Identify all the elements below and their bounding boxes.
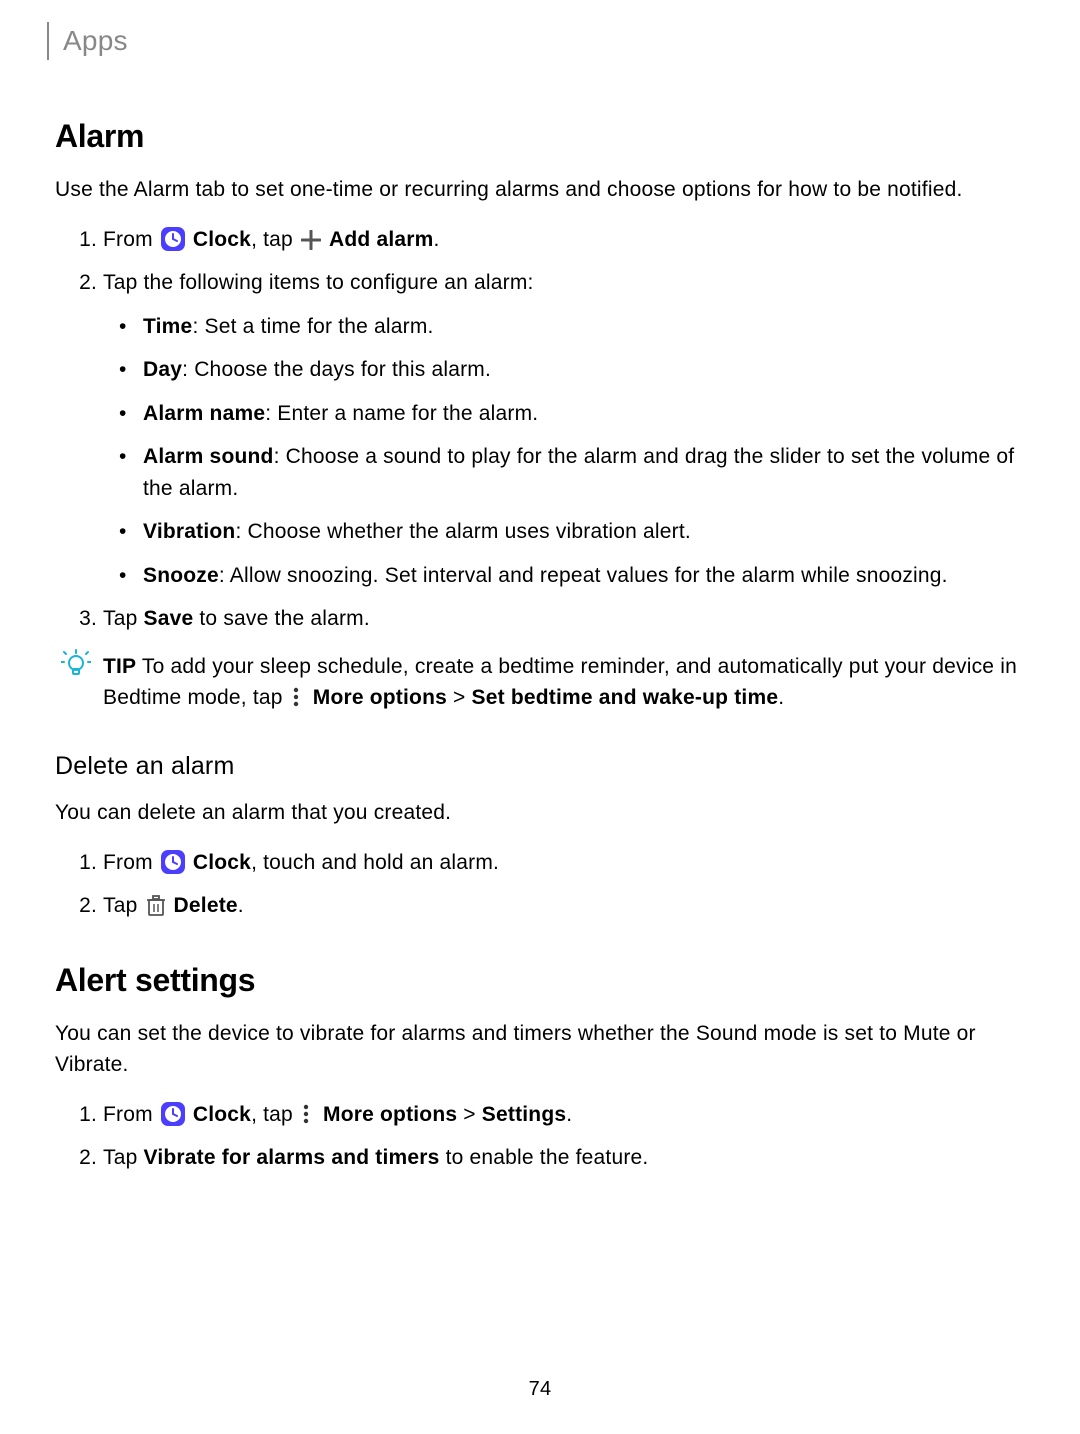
delete-intro: You can delete an alarm that you created… (55, 797, 1025, 829)
list-item: Tap Delete. (103, 890, 1025, 922)
lightbulb-icon (61, 649, 91, 679)
bullet-label: Snooze (143, 564, 219, 587)
section-title-alarm: Alarm (55, 112, 1025, 160)
more-options-label: More options (313, 686, 447, 709)
list-item: Tap Vibrate for alarms and timers to ena… (103, 1142, 1025, 1174)
page-header: Apps (47, 0, 1025, 112)
text-segment: From (103, 1103, 159, 1126)
text-segment: From (103, 851, 159, 874)
clock-label: Clock (193, 851, 251, 874)
clock-label: Clock (193, 228, 251, 251)
breadcrumb: Apps (63, 25, 128, 56)
section-title-alert: Alert settings (55, 956, 1025, 1004)
text-segment: . (434, 228, 440, 251)
clock-icon (161, 1102, 185, 1126)
text-segment: . (238, 894, 244, 917)
text-segment: to save the alarm. (193, 607, 370, 630)
alarm-intro: Use the Alarm tab to set one-time or rec… (55, 174, 1025, 206)
bullet-text: : Choose whether the alarm uses vibratio… (235, 520, 691, 543)
list-item: Alarm sound: Choose a sound to play for … (143, 441, 1025, 504)
list-item: Time: Set a time for the alarm. (143, 311, 1025, 343)
list-item: Tap the following items to configure an … (103, 267, 1025, 591)
clock-icon (161, 850, 185, 874)
tip-label: TIP (103, 655, 136, 678)
bullet-text: : Enter a name for the alarm. (265, 402, 538, 425)
list-item: Snooze: Allow snoozing. Set interval and… (143, 560, 1025, 592)
text-segment: Tap (103, 1146, 144, 1169)
list-item: Tap Save to save the alarm. (103, 603, 1025, 635)
text-segment: , tap (251, 228, 299, 251)
text-segment: Tap the following items to configure an … (103, 271, 534, 294)
bullet-label: Day (143, 358, 182, 381)
delete-label: Delete (174, 894, 238, 917)
text-segment: to enable the feature. (440, 1146, 649, 1169)
bullet-label: Alarm name (143, 402, 265, 425)
list-item: From Clock, touch and hold an alarm. (103, 847, 1025, 879)
settings-label: Settings (482, 1103, 566, 1126)
bullet-label: Alarm sound (143, 445, 274, 468)
more-options-icon (303, 1103, 313, 1125)
bullet-text: : Choose a sound to play for the alarm a… (143, 445, 1014, 500)
alarm-steps: From Clock, tap Add alarm. Tap the follo… (55, 224, 1025, 635)
text-segment: . (778, 686, 784, 709)
page-number: 74 (55, 1374, 1025, 1404)
text-segment: Tap (103, 607, 144, 630)
list-item: From Clock, tap More options > Settings. (103, 1099, 1025, 1131)
text-segment: From (103, 228, 159, 251)
vibrate-label: Vibrate for alarms and timers (144, 1146, 440, 1169)
text-segment: . (566, 1103, 572, 1126)
bullet-label: Vibration (143, 520, 235, 543)
bullet-text: : Set a time for the alarm. (192, 315, 433, 338)
more-options-label: More options (323, 1103, 457, 1126)
alert-intro: You can set the device to vibrate for al… (55, 1018, 1025, 1081)
plus-icon (301, 228, 321, 248)
header-rule (47, 22, 49, 60)
alert-steps: From Clock, tap More options > Settings.… (55, 1099, 1025, 1174)
text-segment: Tap (103, 894, 144, 917)
delete-steps: From Clock, touch and hold an alarm. Tap… (55, 847, 1025, 922)
list-item: From Clock, tap Add alarm. (103, 224, 1025, 256)
separator: > (447, 686, 472, 709)
bullet-label: Time (143, 315, 192, 338)
tip-icon-wrap (61, 649, 91, 681)
list-item: Alarm name: Enter a name for the alarm. (143, 398, 1025, 430)
bedtime-label: Set bedtime and wake-up time (472, 686, 779, 709)
separator: > (457, 1103, 482, 1126)
clock-icon (161, 227, 185, 251)
tip-block: TIP To add your sleep schedule, create a… (55, 651, 1025, 714)
list-item: Day: Choose the days for this alarm. (143, 354, 1025, 386)
list-item: Vibration: Choose whether the alarm uses… (143, 516, 1025, 548)
save-label: Save (144, 607, 194, 630)
more-options-icon (293, 686, 303, 708)
trash-icon (146, 895, 166, 917)
bullet-text: : Choose the days for this alarm. (182, 358, 491, 381)
subsection-title-delete: Delete an alarm (55, 748, 1025, 786)
text-segment: , tap (251, 1103, 299, 1126)
text-segment: , touch and hold an alarm. (251, 851, 499, 874)
bullet-text: : Allow snoozing. Set interval and repea… (219, 564, 948, 587)
add-alarm-label: Add alarm (329, 228, 434, 251)
alarm-config-bullets: Time: Set a time for the alarm. Day: Cho… (103, 311, 1025, 592)
clock-label: Clock (193, 1103, 251, 1126)
